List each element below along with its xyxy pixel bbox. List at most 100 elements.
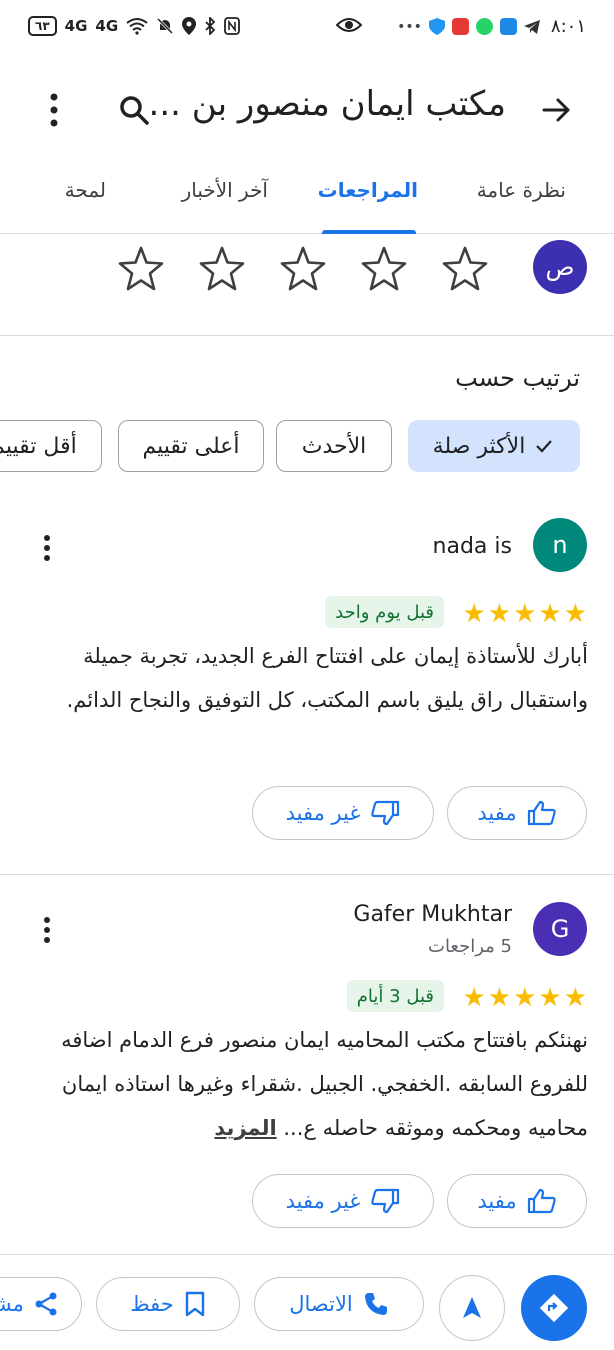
- rating-stars: ★ ★ ★ ★ ★: [462, 601, 587, 627]
- signal-indicator-1: 4G: [64, 17, 88, 35]
- review-card: n nada is ★ ★ ★ ★ ★ قبل يوم واحد أبارك للأست…: [0, 498, 614, 846]
- sort-chips: الأكثر صلة الأحدث أعلى تقييم أقل تقييم: [0, 420, 614, 474]
- chip-newest-label: الأحدث: [301, 433, 367, 459]
- phone-icon: [364, 1293, 387, 1315]
- arrow-back-icon[interactable]: [536, 90, 576, 130]
- share-label: مشاركة: [0, 1292, 24, 1316]
- whatsapp-icon: [475, 18, 493, 35]
- save-label: حفظ: [130, 1292, 174, 1316]
- share-button[interactable]: مشاركة: [0, 1277, 82, 1331]
- helpful-button[interactable]: مفيد: [447, 1174, 587, 1228]
- bottom-action-bar: الاتصال حفظ مشاركة: [0, 1254, 614, 1350]
- navigation-arrow-icon: [463, 1297, 481, 1318]
- chip-most-relevant-label: الأكثر صلة: [432, 433, 526, 459]
- star-icon: ★: [538, 599, 562, 629]
- star-icon: ★: [462, 983, 486, 1013]
- user-avatar: ص: [533, 240, 587, 294]
- status-left: ٦٣ 4G 4G: [28, 16, 241, 36]
- chip-highest-label: أعلى تقييم: [142, 433, 240, 459]
- save-button[interactable]: حفظ: [96, 1277, 240, 1331]
- bluetooth-icon: [205, 17, 216, 35]
- tab-bar: نظرة عامة المراجعات آخر الأخبار لمحة: [0, 154, 614, 234]
- status-bar: ٦٣ 4G 4G ••• ٨:٠١: [0, 0, 614, 62]
- star-outline-icon[interactable]: [116, 244, 166, 294]
- chip-highest[interactable]: أعلى تقييم: [118, 420, 264, 472]
- reviewer-review-count: 5 مراجعات: [428, 936, 512, 957]
- review-date: قبل 3 أيام: [346, 980, 444, 1012]
- star-outline-icon[interactable]: [197, 244, 247, 294]
- call-label: الاتصال: [289, 1292, 353, 1316]
- reviewer-avatar: n: [533, 518, 587, 572]
- location-icon: [182, 17, 197, 35]
- search-icon[interactable]: [114, 90, 154, 130]
- tab-updates[interactable]: آخر الأخبار: [182, 178, 268, 202]
- more-vert-icon[interactable]: [34, 530, 60, 566]
- shield-app-icon: [428, 18, 445, 35]
- star-outline-icon[interactable]: [359, 244, 409, 294]
- dots-icon: •••: [397, 18, 422, 35]
- chip-most-relevant[interactable]: الأكثر صلة: [408, 420, 580, 472]
- not-helpful-button[interactable]: غير مفيد: [252, 786, 434, 840]
- eye-icon: [336, 18, 362, 32]
- share-icon: [35, 1292, 57, 1316]
- review-text: نهنئكم بافتتاح مكتب المحاميه ايمان منصور…: [61, 1028, 588, 1140]
- not-helpful-button[interactable]: غير مفيد: [252, 1174, 434, 1228]
- bookmark-icon: [185, 1291, 204, 1317]
- wifi-icon: [126, 18, 148, 35]
- reviewer-name[interactable]: nada is: [433, 534, 512, 559]
- star-icon: ★: [487, 599, 512, 629]
- check-icon: [536, 440, 553, 453]
- divider: [0, 874, 614, 875]
- nfc-icon: [224, 17, 241, 35]
- review-card: G Gafer Mukhtar 5 مراجعات ★ ★ ★ ★ ★ قبل 3 أي…: [0, 876, 614, 1244]
- tab-overview[interactable]: نظرة عامة: [477, 178, 566, 202]
- thumb-up-icon: [527, 1188, 556, 1214]
- more-vert-icon[interactable]: [36, 88, 72, 132]
- battery-indicator: ٦٣: [28, 16, 57, 36]
- chip-newest[interactable]: الأحدث: [276, 420, 392, 472]
- sort-by-label: ترتيب حسب: [455, 364, 580, 392]
- read-more-link[interactable]: المزيد: [214, 1116, 276, 1140]
- review-text-container: نهنئكم بافتتاح مكتب المحاميه ايمان منصور…: [30, 1018, 588, 1150]
- signal-indicator-2: 4G: [95, 17, 119, 35]
- thumb-down-icon: [371, 800, 400, 826]
- not-helpful-label: غير مفيد: [285, 801, 361, 825]
- navigate-button[interactable]: [439, 1275, 505, 1341]
- app-header: مكتب ايمان منصور بن ...: [0, 62, 614, 154]
- helpful-label: مفيد: [477, 801, 517, 825]
- star-outline-icon[interactable]: [278, 244, 328, 294]
- thumb-down-icon: [371, 1188, 400, 1214]
- review-date: قبل يوم واحد: [325, 596, 444, 628]
- tab-about[interactable]: لمحة: [65, 178, 106, 202]
- messages-app-icon: [499, 18, 517, 35]
- telegram-icon: [523, 19, 540, 34]
- more-vert-icon[interactable]: [34, 912, 60, 948]
- reviewer-name[interactable]: Gafer Mukhtar: [353, 902, 512, 927]
- helpful-button[interactable]: مفيد: [447, 786, 587, 840]
- star-icon: ★: [538, 983, 562, 1013]
- review-text: أبارك للأستاذة إيمان على افتتاح الفرع ال…: [66, 644, 588, 712]
- page-title: مكتب ايمان منصور بن ...: [148, 84, 506, 124]
- tab-reviews[interactable]: المراجعات: [318, 178, 418, 202]
- star-icon: ★: [513, 983, 537, 1013]
- rating-stars: ★ ★ ★ ★ ★: [462, 985, 587, 1011]
- directions-button[interactable]: [521, 1275, 587, 1341]
- star-icon: ★: [462, 599, 486, 629]
- chip-lowest-label: أقل تقييم: [0, 433, 77, 459]
- star-icon: ★: [487, 983, 512, 1013]
- star-icon: ★: [563, 599, 587, 629]
- call-button[interactable]: الاتصال: [254, 1277, 424, 1331]
- star-icon: ★: [513, 599, 537, 629]
- clock: ٨:٠١: [550, 16, 586, 37]
- star-icon: ★: [563, 983, 587, 1013]
- huawei-app-icon: [451, 18, 469, 35]
- status-right: ••• ٨:٠١: [397, 16, 586, 37]
- chip-lowest[interactable]: أقل تقييم: [0, 420, 102, 472]
- star-outline-icon[interactable]: [440, 244, 490, 294]
- thumb-up-icon: [527, 800, 556, 826]
- mute-bell-icon: [157, 17, 174, 35]
- helpful-label: مفيد: [477, 1189, 517, 1213]
- reviewer-avatar: G: [533, 902, 587, 956]
- rate-and-review: ص: [0, 234, 614, 336]
- not-helpful-label: غير مفيد: [285, 1189, 361, 1213]
